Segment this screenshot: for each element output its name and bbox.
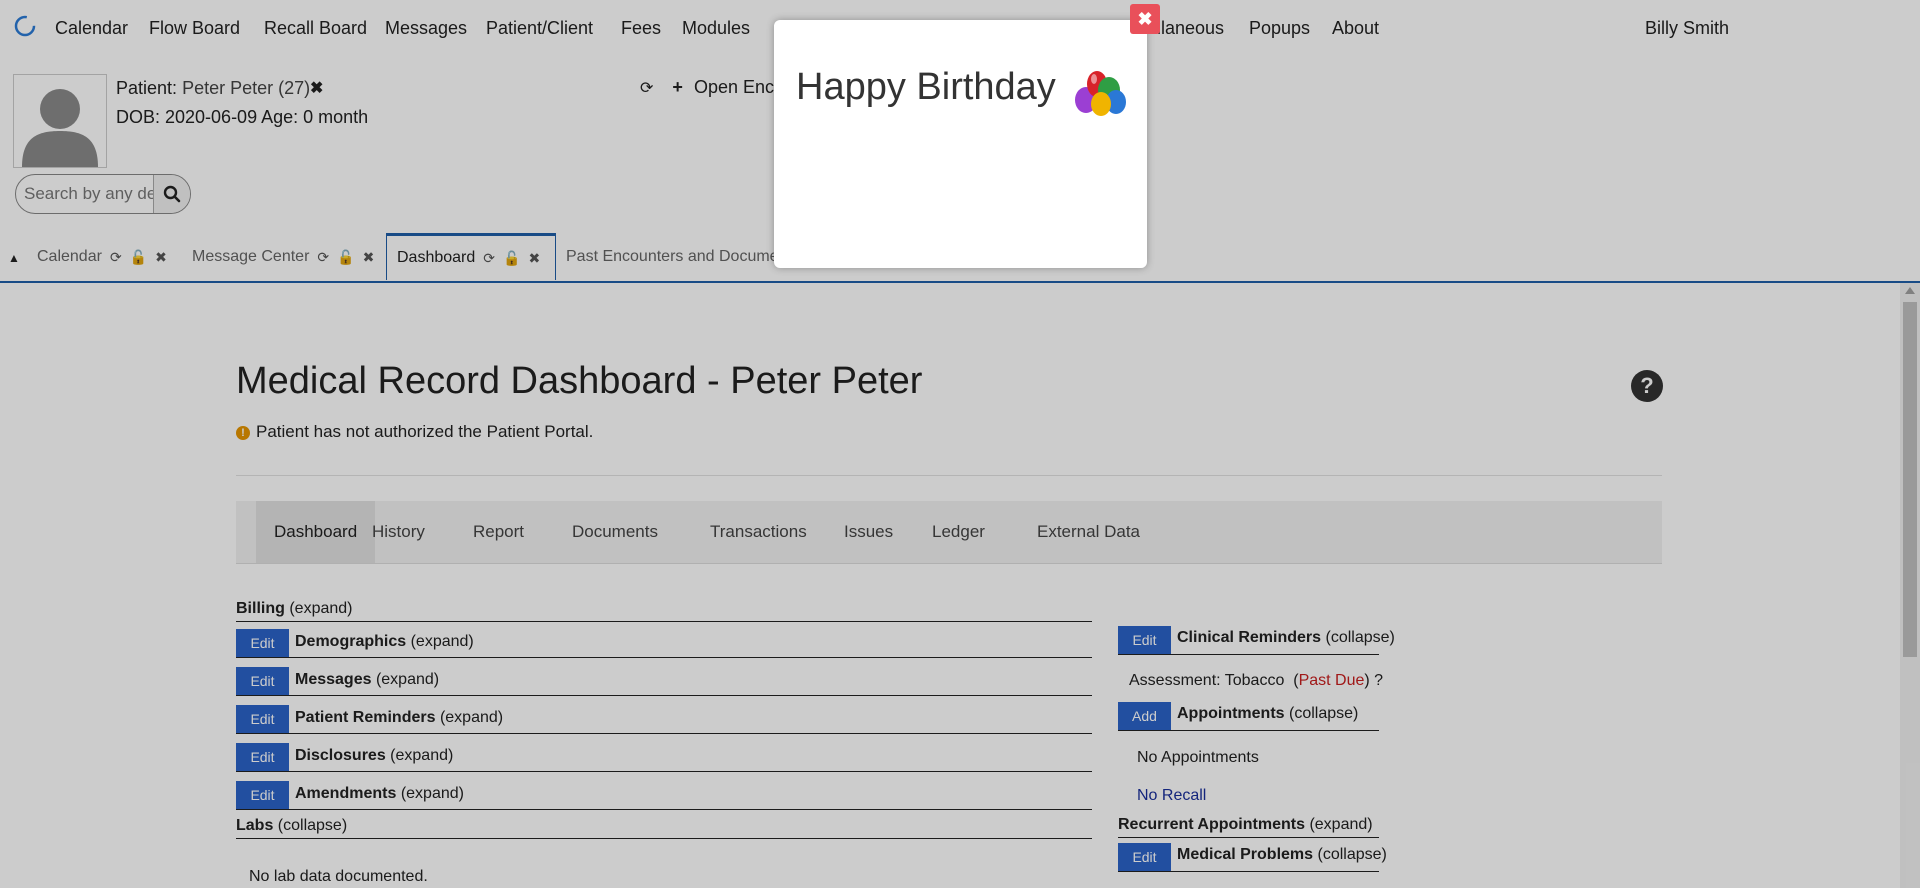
balloons-icon <box>1075 71 1126 116</box>
birthday-dialog: Happy Birthday <box>774 20 1147 268</box>
close-dialog-button[interactable]: ✖ <box>1130 4 1160 34</box>
birthday-title: Happy Birthday <box>796 66 1056 108</box>
